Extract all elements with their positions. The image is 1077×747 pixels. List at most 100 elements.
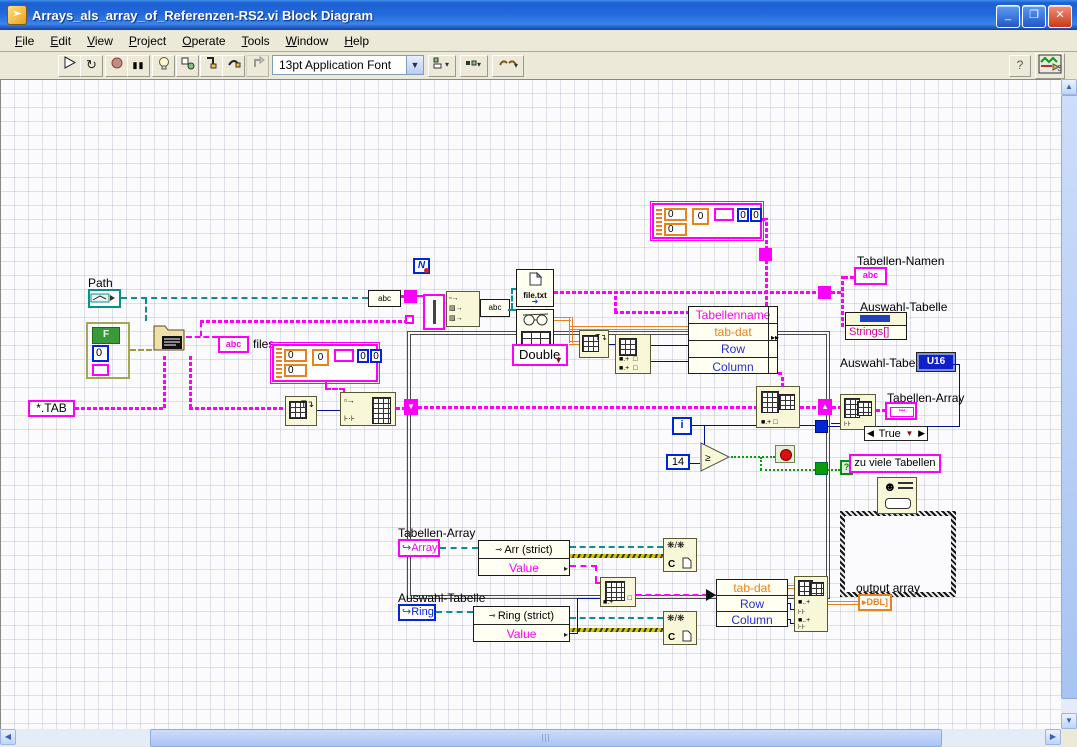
- strings-property-text[interactable]: Strings[]: [849, 326, 889, 338]
- cluster-constant-left[interactable]: F 0: [86, 322, 130, 379]
- array-size-node[interactable]: ■.+ □ ■.+ □: [615, 334, 651, 374]
- bundle-by-name-node[interactable]: Tabellenname tab-dat Row Column ▸▸: [688, 306, 779, 375]
- string-constant-empty[interactable]: [92, 364, 109, 376]
- array-element-1[interactable]: 0: [284, 364, 307, 377]
- array-element-0[interactable]: 0: [664, 208, 687, 221]
- title-bar[interactable]: ➢ Arrays_als_array_of_Referenzen-RS2.vi …: [0, 0, 1077, 30]
- wire-pattern-up[interactable]: [163, 356, 166, 408]
- path-control[interactable]: [88, 289, 121, 308]
- wire-u16-in[interactable]: [953, 364, 960, 365]
- scroll-up-icon[interactable]: ▲: [1061, 79, 1077, 95]
- menu-edit[interactable]: Edit: [43, 32, 78, 50]
- tunnel-bool[interactable]: [815, 462, 828, 475]
- greater-equal-node[interactable]: ≥: [700, 442, 732, 477]
- font-selector[interactable]: 13pt Application Font ▼: [272, 55, 424, 75]
- scroll-down-icon[interactable]: ▼: [1061, 713, 1077, 729]
- path-to-string-node[interactable]: abc: [368, 290, 401, 307]
- numeric-blue-2[interactable]: 0: [370, 349, 382, 363]
- too-many-tables-string[interactable]: zu viele Tabellen: [849, 454, 941, 473]
- unbundle-row-column[interactable]: Column: [717, 612, 787, 628]
- shift-register-right[interactable]: ▲: [818, 399, 832, 415]
- align-objects-button[interactable]: ▾: [428, 55, 456, 77]
- pause-button[interactable]: ▮▮: [127, 55, 150, 77]
- bundle-row-tabdat[interactable]: tab-dat: [689, 324, 777, 341]
- cluster-constant-top[interactable]: 0 0 0 0 0: [650, 201, 764, 241]
- wire-right-junction[interactable]: [841, 276, 844, 327]
- step-out-button[interactable]: [246, 55, 269, 77]
- close-button[interactable]: ✕: [1048, 5, 1072, 28]
- retain-wire-values-button[interactable]: [176, 55, 199, 77]
- wire-transpose-out[interactable]: [317, 410, 340, 411]
- numeric-blue-1[interactable]: 0: [737, 208, 749, 222]
- vertical-scrollbar[interactable]: ▲ ▼: [1061, 79, 1077, 729]
- close-reference-node-1[interactable]: ❋/❋ C: [663, 538, 697, 572]
- wire-error2[interactable]: [570, 628, 663, 632]
- wire-shiftreg-out[interactable]: [832, 406, 840, 409]
- u16-indicator[interactable]: U16: [916, 352, 956, 372]
- wire-file-array[interactable]: [200, 320, 405, 323]
- wire-build-out[interactable]: [876, 409, 885, 412]
- menu-help[interactable]: Help: [337, 32, 376, 50]
- ring-refnum-control[interactable]: ↪Ring: [398, 604, 436, 621]
- reorder-objects-button[interactable]: ▾: [492, 55, 524, 77]
- string-to-path-node[interactable]: abc: [480, 299, 510, 317]
- highlight-execution-button[interactable]: [152, 55, 175, 77]
- wire-bool-to-tunnel[interactable]: [760, 469, 815, 471]
- cluster-constant-files[interactable]: 0 0 0 0 0: [270, 342, 382, 384]
- case-next-icon[interactable]: ▶: [918, 428, 925, 439]
- stop-terminal[interactable]: [775, 445, 795, 463]
- menu-view[interactable]: View: [80, 32, 120, 50]
- chevron-down-icon[interactable]: ▼: [406, 56, 423, 74]
- array-element-0[interactable]: 0: [284, 349, 307, 362]
- wire-path-branch[interactable]: [145, 298, 147, 321]
- bundle-row-column[interactable]: Column: [689, 358, 777, 375]
- wire-value-down[interactable]: [595, 565, 597, 582]
- list-folder-node[interactable]: [152, 320, 186, 356]
- output-array-indicator[interactable]: ▸DBL]: [858, 594, 892, 611]
- read-text-file-node[interactable]: file.txt ➜: [516, 269, 554, 307]
- index-array-2d-node[interactable]: ■..+ ⊦⊦ ■..+ ⊦⊦: [794, 576, 828, 632]
- array-element-1[interactable]: 0: [664, 223, 687, 236]
- wire-build-in2[interactable]: [831, 423, 840, 424]
- wire-cols[interactable]: [651, 361, 688, 362]
- index-array-node-bottom[interactable]: ■.+ □: [600, 577, 636, 607]
- wire-ringvalue-up[interactable]: [577, 598, 578, 633]
- wire-limit[interactable]: [690, 463, 700, 464]
- tunnel-autoindex-in[interactable]: [404, 290, 417, 303]
- wire-shiftreg-main[interactable]: [418, 406, 756, 409]
- wire-rows[interactable]: [651, 345, 688, 346]
- iteration-terminal[interactable]: i: [672, 417, 692, 435]
- wire-topcluster-down2[interactable]: [765, 261, 768, 306]
- index-array-node[interactable]: [423, 294, 445, 330]
- insert-into-array-node[interactable]: ■.+ □: [756, 386, 800, 428]
- abort-button[interactable]: [105, 55, 128, 77]
- shift-register-left[interactable]: ▼: [404, 399, 418, 415]
- reshape-array-node[interactable]: ▫→ ⊦·⊦: [340, 392, 396, 426]
- wire-to-abc[interactable]: [844, 276, 854, 279]
- wire-bool-out[interactable]: [828, 469, 840, 471]
- wire-value-out[interactable]: [570, 565, 597, 567]
- arr-property-value-row[interactable]: Value: [479, 559, 569, 576]
- wire-bundle-to-insert[interactable]: [781, 374, 784, 387]
- wire-topcluster-down1[interactable]: [765, 218, 768, 250]
- loop-count-terminal[interactable]: N: [413, 258, 430, 274]
- wire-files[interactable]: [186, 336, 218, 338]
- tunnel-top[interactable]: [759, 248, 772, 261]
- numeric-blue-1[interactable]: 0: [357, 349, 369, 363]
- numeric-orange[interactable]: 0: [312, 349, 329, 366]
- wire-element-ref[interactable]: [636, 594, 708, 596]
- ring-dropdown-icon[interactable]: ▼: [554, 351, 563, 369]
- wire-arrayref[interactable]: [440, 547, 478, 549]
- strings-property-node[interactable]: Strings[]: [845, 312, 907, 340]
- step-into-button[interactable]: [200, 55, 223, 77]
- wire-path-up[interactable]: [511, 288, 513, 309]
- numeric-blue-2[interactable]: 0: [750, 208, 762, 222]
- unbundle-row-tabdat[interactable]: tab-dat: [717, 580, 787, 596]
- context-help-button[interactable]: ?: [1009, 55, 1031, 77]
- wire-pattern[interactable]: [75, 407, 165, 410]
- unbundle-by-name-node[interactable]: tab-dat Row Column: [716, 579, 788, 627]
- menu-project[interactable]: Project: [122, 32, 173, 50]
- scroll-left-icon[interactable]: ◀: [0, 729, 16, 745]
- tabellen-array-indicator[interactable]: ▪▪▪: [885, 402, 917, 420]
- wire-cluster-down-2[interactable]: [325, 388, 345, 390]
